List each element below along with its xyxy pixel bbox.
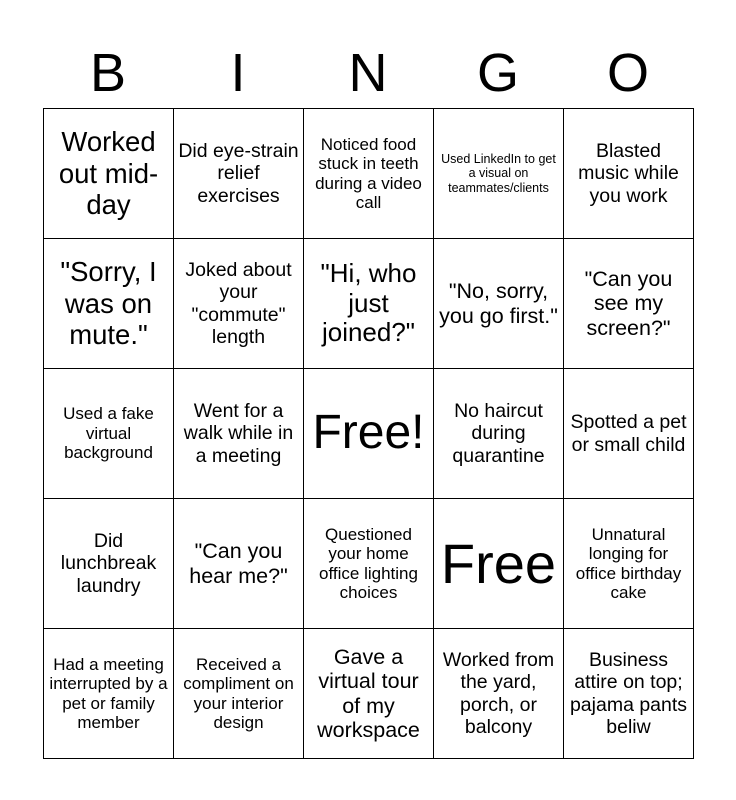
header-letter-g: G bbox=[476, 43, 519, 103]
board-row: Used a fake virtual background Went for … bbox=[43, 368, 694, 499]
bingo-cell[interactable]: Did eye-strain relief exercises bbox=[173, 108, 304, 239]
board-row: "Sorry, I was on mute." Joked about your… bbox=[43, 238, 694, 369]
bingo-cell[interactable]: Used LinkedIn to get a visual on teammat… bbox=[433, 108, 564, 239]
bingo-cell[interactable]: Went for a walk while in a meeting bbox=[173, 368, 304, 499]
board-row: Did lunchbreak laundry "Can you hear me?… bbox=[43, 498, 694, 629]
bingo-cell[interactable]: "Hi, who just joined?" bbox=[303, 238, 434, 369]
free-space-cell[interactable]: Free bbox=[433, 498, 564, 629]
bingo-cell[interactable]: Questioned your home office lighting cho… bbox=[303, 498, 434, 629]
bingo-board: Worked out mid-day Did eye-strain relief… bbox=[43, 108, 694, 759]
bingo-cell[interactable]: No haircut during quarantine bbox=[433, 368, 564, 499]
header-letter-b: B bbox=[89, 43, 127, 103]
free-space-cell[interactable]: Free! bbox=[303, 368, 434, 499]
bingo-cell[interactable]: Noticed food stuck in teeth during a vid… bbox=[303, 108, 434, 239]
bingo-cell[interactable]: Did lunchbreak laundry bbox=[43, 498, 174, 629]
bingo-cell[interactable]: Unnatural longing for office birthday ca… bbox=[563, 498, 694, 629]
bingo-cell[interactable]: "Can you see my screen?" bbox=[563, 238, 694, 369]
bingo-cell[interactable]: Spotted a pet or small child bbox=[563, 368, 694, 499]
bingo-header: B I N G O bbox=[43, 38, 693, 108]
header-letter-i: I bbox=[230, 43, 246, 103]
board-row: Worked out mid-day Did eye-strain relief… bbox=[43, 108, 694, 239]
board-row: Had a meeting interrupted by a pet or fa… bbox=[43, 628, 694, 759]
bingo-cell[interactable]: Received a compliment on your interior d… bbox=[173, 628, 304, 759]
bingo-cell[interactable]: Used a fake virtual background bbox=[43, 368, 174, 499]
bingo-cell[interactable]: Worked from the yard, porch, or balcony bbox=[433, 628, 564, 759]
bingo-cell[interactable]: Worked out mid-day bbox=[43, 108, 174, 239]
header-letter-o: O bbox=[606, 43, 649, 103]
bingo-cell[interactable]: "Sorry, I was on mute." bbox=[43, 238, 174, 369]
bingo-cell[interactable]: Blasted music while you work bbox=[563, 108, 694, 239]
bingo-cell[interactable]: "No, sorry, you go first." bbox=[433, 238, 564, 369]
bingo-cell[interactable]: Business attire on top; pajama pants bel… bbox=[563, 628, 694, 759]
bingo-cell[interactable]: Joked about your "commute" length bbox=[173, 238, 304, 369]
header-letter-n: N bbox=[348, 43, 388, 103]
bingo-cell[interactable]: "Can you hear me?" bbox=[173, 498, 304, 629]
bingo-cell[interactable]: Had a meeting interrupted by a pet or fa… bbox=[43, 628, 174, 759]
bingo-cell[interactable]: Gave a virtual tour of my workspace bbox=[303, 628, 434, 759]
